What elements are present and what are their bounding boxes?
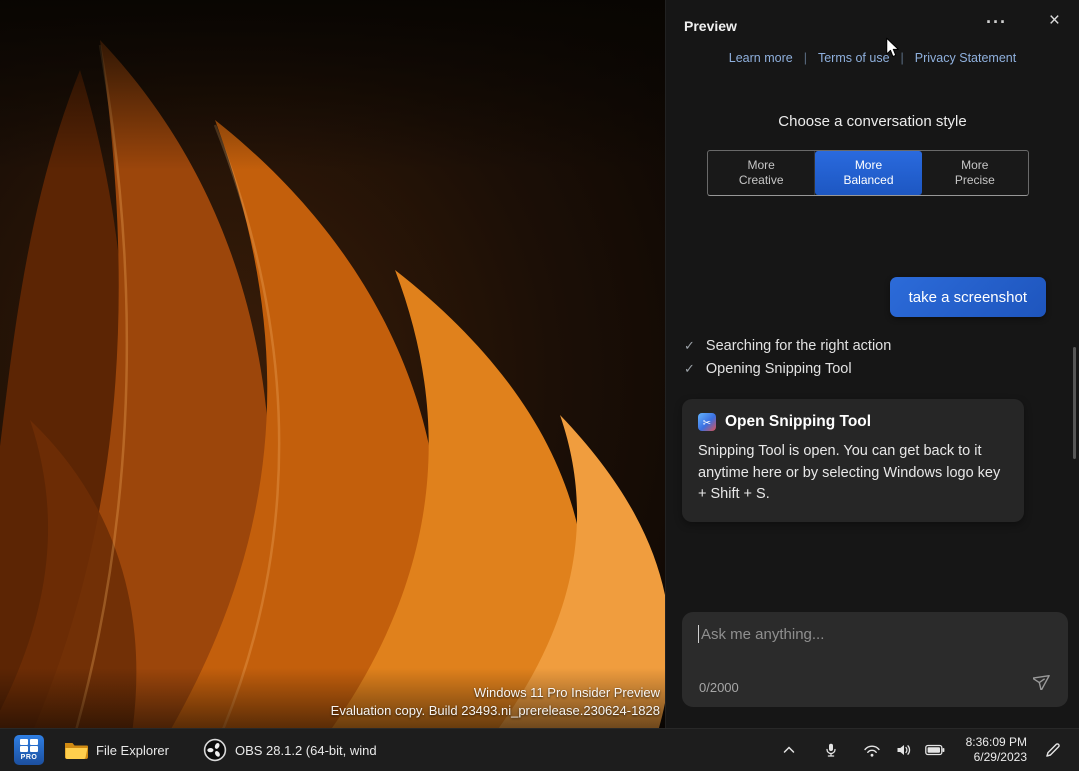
step-label: Searching for the right action	[706, 338, 891, 354]
bloom-wallpaper-art	[0, 0, 665, 728]
taskbar-clock[interactable]: 8:36:09 PM 6/29/2023	[966, 735, 1027, 765]
microphone-in-use-icon[interactable]	[816, 736, 846, 764]
card-body-text: Snipping Tool is open. You can get back …	[698, 441, 1008, 506]
style-more-balanced-button[interactable]: More Balanced	[815, 151, 921, 195]
check-icon: ✓	[684, 361, 695, 377]
sidebar-title: Preview	[684, 18, 737, 34]
clock-date: 6/29/2023	[966, 750, 1027, 765]
snipping-tool-icon: ✂	[698, 413, 716, 431]
progress-step: ✓ Searching for the right action	[684, 338, 891, 354]
pen-icon[interactable]	[1037, 735, 1069, 765]
windows-desktop-screen: Windows 11 Pro Insider Preview Evaluatio…	[0, 0, 1079, 771]
close-icon[interactable]: ×	[1040, 8, 1069, 34]
style-label-bottom: Creative	[739, 173, 784, 188]
copilot-sidebar-panel: Preview ··· × Learn more | Terms of use …	[665, 0, 1079, 728]
watermark-line1: Windows 11 Pro Insider Preview	[331, 684, 660, 702]
more-options-icon[interactable]: ···	[978, 8, 1015, 37]
watermark-line2: Evaluation copy. Build 23493.ni_prerelea…	[331, 702, 660, 720]
check-icon: ✓	[684, 338, 695, 354]
conversation-style-heading: Choose a conversation style	[666, 113, 1079, 130]
battery-icon[interactable]	[918, 738, 952, 762]
agent-progress-steps: ✓ Searching for the right action ✓ Openi…	[684, 338, 891, 377]
system-tray: 8:36:09 PM 6/29/2023	[774, 735, 1069, 765]
send-icon[interactable]	[1029, 666, 1057, 699]
taskbar-item-file-explorer[interactable]: File Explorer	[54, 735, 179, 765]
style-label-top: More	[855, 158, 882, 173]
chat-input[interactable]: Ask me anything...	[698, 625, 1052, 643]
style-label-bottom: Balanced	[843, 173, 893, 188]
step-label: Opening Snipping Tool	[706, 361, 852, 377]
chat-input-placeholder: Ask me anything...	[701, 626, 824, 643]
action-result-card: ✂ Open Snipping Tool Snipping Tool is op…	[682, 399, 1024, 522]
desktop-wallpaper: Windows 11 Pro Insider Preview Evaluatio…	[0, 0, 665, 728]
taskbar-item-obs[interactable]: OBS 28.1.2 (64-bit, wind	[193, 733, 387, 767]
wifi-icon[interactable]	[856, 736, 888, 764]
start-pro-label: PRO	[21, 753, 38, 762]
volume-icon[interactable]	[888, 736, 918, 764]
learn-more-link[interactable]: Learn more	[729, 51, 793, 65]
file-explorer-icon	[64, 740, 88, 760]
style-more-creative-button[interactable]: More Creative	[708, 151, 815, 195]
windows-build-watermark: Windows 11 Pro Insider Preview Evaluatio…	[331, 684, 660, 720]
taskbar-item-label: OBS 28.1.2 (64-bit, wind	[235, 743, 377, 758]
chat-composer[interactable]: Ask me anything... 0/2000	[682, 612, 1068, 707]
card-header: ✂ Open Snipping Tool	[698, 413, 1008, 431]
windows-logo-icon	[20, 739, 38, 753]
style-label-bottom: Precise	[955, 173, 995, 188]
mouse-cursor	[886, 36, 904, 65]
conversation-style-toggle: More Creative More Balanced More Precise	[707, 150, 1029, 196]
start-button[interactable]: PRO	[14, 735, 44, 765]
taskbar: PRO File Explorer OBS 28.1.2 (64-bit, wi…	[0, 728, 1079, 771]
terms-of-use-link[interactable]: Terms of use	[818, 51, 890, 65]
style-label-top: More	[961, 158, 988, 173]
footer-links: Learn more | Terms of use | Privacy Stat…	[666, 51, 1079, 65]
card-title: Open Snipping Tool	[725, 413, 871, 431]
tray-overflow-chevron-icon[interactable]	[774, 736, 804, 764]
privacy-statement-link[interactable]: Privacy Statement	[915, 51, 1016, 65]
character-counter: 0/2000	[699, 680, 739, 695]
style-more-precise-button[interactable]: More Precise	[922, 151, 1028, 195]
user-message-bubble: take a screenshot	[890, 277, 1046, 317]
obs-icon	[203, 738, 227, 762]
sidebar-scrollbar[interactable]	[1073, 347, 1076, 459]
svg-text:✂: ✂	[703, 418, 711, 429]
taskbar-item-label: File Explorer	[96, 743, 169, 758]
text-caret	[698, 625, 699, 643]
link-separator: |	[804, 51, 807, 65]
progress-step: ✓ Opening Snipping Tool	[684, 361, 891, 377]
style-label-top: More	[747, 158, 774, 173]
clock-time: 8:36:09 PM	[966, 735, 1027, 750]
